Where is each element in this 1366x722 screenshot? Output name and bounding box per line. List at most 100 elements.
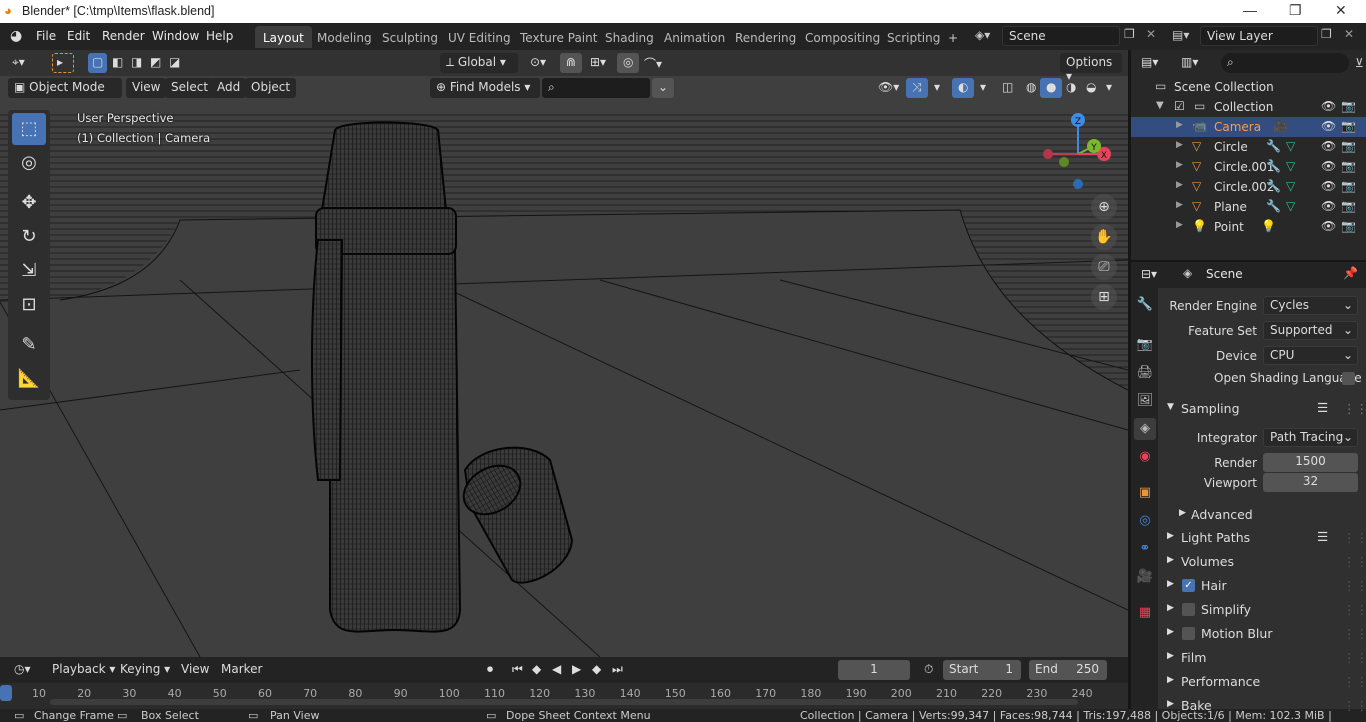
render-camera-icon[interactable]: 📷 [1341,119,1356,133]
cursor-tool-icon[interactable]: ◎ [12,147,46,179]
outliner-item-circle-002[interactable]: ▶ ▽ Circle.002 🔧 ▽ 👁 📷 [1131,177,1366,197]
osl-checkbox[interactable] [1342,372,1355,385]
transform-orientation-dropdown[interactable]: ⟂ Global ▾ [440,53,518,73]
modifier-wrench-icon[interactable]: 🔧 [1266,159,1281,173]
filter-icon[interactable]: ⊻ [1355,56,1364,70]
mode-selector[interactable]: ▣ Object Mode [8,78,122,98]
expand-arrow-icon[interactable]: ▼ [1156,100,1164,111]
menu-file[interactable]: File [36,29,56,43]
menu-edit[interactable]: Edit [67,29,90,43]
menu-add[interactable]: Add [211,78,247,98]
panel-checkbox[interactable] [1182,603,1195,616]
drag-handle-icon[interactable]: ⋮⋮ [1343,650,1366,665]
tab-animation[interactable]: Animation [656,26,733,48]
select-mode-subtract-icon[interactable]: ◨ [127,53,146,73]
view-layer-icon[interactable]: ▤▾ [1172,28,1189,42]
eye-icon[interactable]: 👁 [1321,159,1336,173]
zoom-icon[interactable]: ⊕ [1091,194,1117,220]
delete-view-layer-icon[interactable]: ✕ [1344,27,1354,41]
tab-shading[interactable]: Shading [597,26,662,48]
editor-type-icon[interactable]: ⌖▾ [6,53,31,73]
scene-tab-icon[interactable]: ◈ [1134,418,1156,440]
eye-icon[interactable]: 👁 [1321,199,1336,213]
collapsed-arrow-icon[interactable]: ▶ [1176,200,1183,210]
mesh-data-icon[interactable]: ▽ [1286,139,1295,153]
outliner-item-plane[interactable]: ▶ ▽ Plane 🔧 ▽ 👁 📷 [1131,197,1366,217]
drag-handle-icon[interactable]: ⋮⋮ [1343,530,1366,545]
menu-marker[interactable]: Marker [215,660,268,680]
scale-tool-icon[interactable]: ⇲ [12,255,46,287]
panel-performance[interactable]: ▶ Performance ⋮⋮ [1159,671,1366,693]
panel-checkbox[interactable]: ✓ [1182,579,1195,592]
camera-view-icon[interactable]: ⎚ [1091,254,1117,280]
presets-list-icon[interactable]: ☰ [1317,400,1328,415]
viewport-samples-field[interactable]: 32 [1263,473,1358,492]
ortho-grid-icon[interactable]: ⊞ [1091,284,1117,310]
constraints-tab-icon[interactable]: ⚭ [1134,538,1156,560]
tab-layout[interactable]: Layout [255,26,312,48]
select-mode-extend-icon[interactable]: ◧ [108,53,127,73]
modifier-wrench-icon[interactable]: 🔧 [1266,179,1281,193]
blender-menu-icon[interactable]: ◕ [10,28,22,44]
camera-data-tab-icon[interactable]: 🎥 [1134,566,1156,588]
eye-icon[interactable]: 👁 [1321,139,1336,153]
transform-tool-icon[interactable]: ⊡ [12,289,46,321]
scene-icon[interactable]: ◈▾ [975,28,990,42]
render-camera-icon[interactable]: 📷 [1341,99,1356,113]
minimize-button[interactable]: — [1243,2,1257,18]
tab-modeling[interactable]: Modeling [309,26,380,48]
jump-end-icon[interactable]: ⏭ [606,660,629,680]
render-camera-icon[interactable]: 📷 [1341,199,1356,213]
delete-scene-icon[interactable]: ✕ [1146,27,1156,41]
presets-list-icon[interactable]: ☰ [1317,529,1328,544]
record-icon[interactable]: ⏺ [481,660,499,680]
timeline-scrollbar[interactable] [50,699,1078,705]
drag-handle-icon[interactable]: ⋮⋮ [1343,602,1366,617]
scene-selector[interactable]: Scene [1002,26,1120,46]
checkbox-icon[interactable]: ☑ [1174,99,1185,113]
outliner-item-circle-001[interactable]: ▶ ▽ Circle.001 🔧 ▽ 👁 📷 [1131,157,1366,177]
play-icon[interactable]: ▶ [566,660,587,680]
outliner-scene-collection[interactable]: ▭ Scene Collection [1131,77,1366,97]
physics-tab-icon[interactable]: ◎ [1134,510,1156,532]
current-frame-field[interactable]: 1 [838,660,910,680]
outliner-collection[interactable]: ▼ ☑ ▭ Collection 👁 📷 [1131,97,1366,117]
output-tab-icon[interactable]: 🖨 [1134,362,1156,384]
integrator-dropdown[interactable]: Path Tracing ⌄ [1263,428,1358,447]
menu-view[interactable]: View [126,78,167,98]
feature-set-dropdown[interactable]: Supported ⌄ [1263,321,1358,340]
object-tab-icon[interactable]: ▣ [1134,482,1156,504]
menu-render[interactable]: Render [102,29,145,43]
drag-handle-icon[interactable]: ⋮⋮ [1343,578,1366,593]
panel-checkbox[interactable] [1182,627,1195,640]
view-layer-tab-icon[interactable]: 🖼 [1134,390,1156,412]
render-camera-icon[interactable]: 📷 [1341,139,1356,153]
move-tool-icon[interactable]: ✥ [12,187,46,219]
render-tab-icon[interactable]: 📷 [1134,334,1156,356]
eye-icon[interactable]: 👁 [1321,179,1336,193]
device-dropdown[interactable]: CPU ⌄ [1263,346,1358,365]
playhead[interactable] [0,685,12,701]
panel-simplify[interactable]: ▶ Simplify ⋮⋮ [1159,599,1366,621]
drag-handle-icon[interactable]: ⋮⋮ [1343,698,1366,713]
options-dropdown[interactable]: Options ▾ [1060,53,1122,83]
overlay-toggle-icon[interactable]: ◐ [952,78,975,98]
xray-toggle-icon[interactable]: ◫ [996,78,1019,98]
sampling-panel-header[interactable]: ▼ Sampling ☰ ⋮⋮ [1159,398,1366,420]
tool-tab-icon[interactable]: 🔧 [1134,294,1156,316]
tab-rendering[interactable]: Rendering [727,26,804,48]
panel-motion-blur[interactable]: ▶ Motion Blur ⋮⋮ [1159,623,1366,645]
display-mode-icon[interactable]: ▥▾ [1175,53,1204,73]
camera-data-icon[interactable]: 🎥 [1273,119,1288,133]
collapsed-arrow-icon[interactable]: ▶ [1176,220,1183,230]
prev-keyframe-icon[interactable]: ◆ [526,660,547,680]
snap-icon[interactable]: ⋒ [560,53,583,73]
start-frame-field[interactable]: Start 1 [943,660,1021,680]
outliner-item-circle[interactable]: ▶ ▽ Circle 🔧 ▽ 👁 📷 [1131,137,1366,157]
collapsed-arrow-icon[interactable]: ▶ [1176,140,1183,150]
new-view-layer-icon[interactable]: ❐ [1321,27,1332,41]
modifier-wrench-icon[interactable]: 🔧 [1266,199,1281,213]
select-tool-icon[interactable]: ▸ [52,53,74,73]
panel-bake[interactable]: ▶ Bake ⋮⋮ [1159,695,1366,717]
select-mode-invert-icon[interactable]: ◩ [146,53,165,73]
